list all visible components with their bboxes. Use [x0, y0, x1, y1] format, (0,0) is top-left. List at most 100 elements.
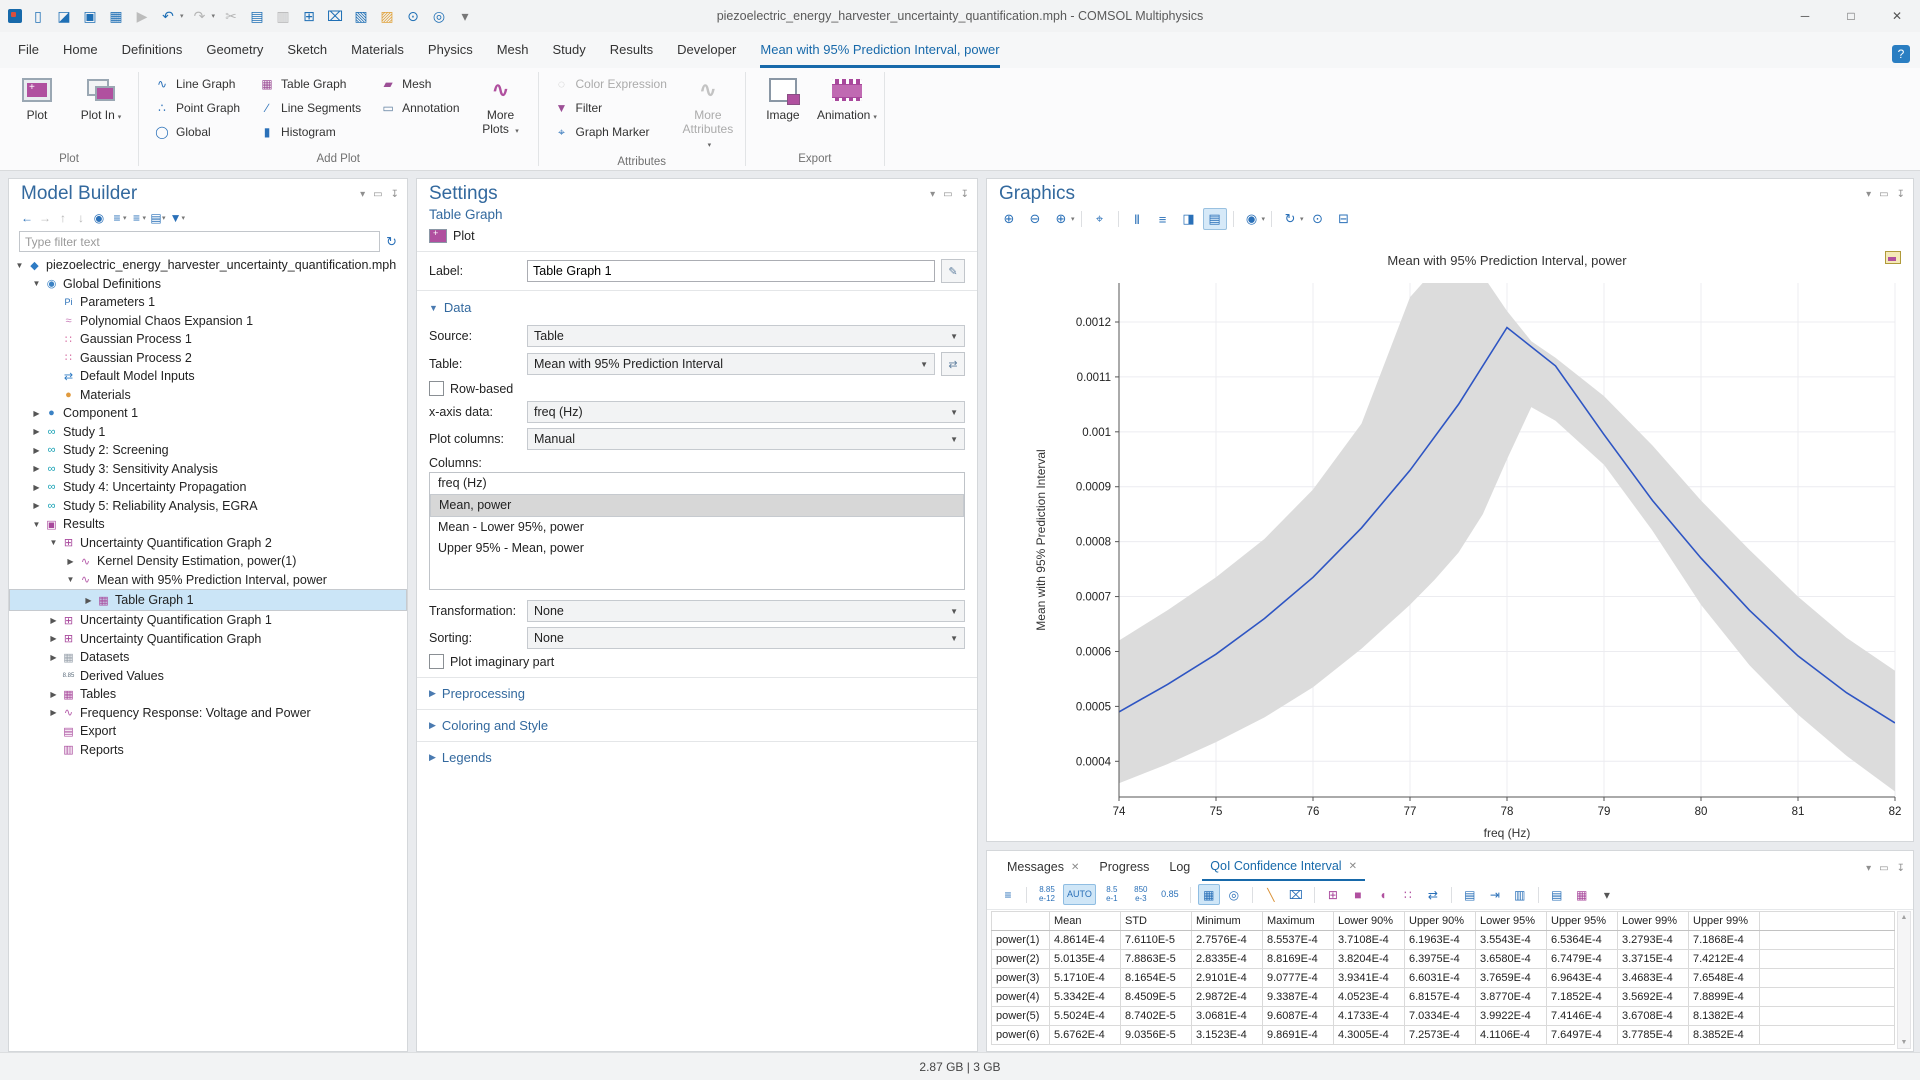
clear-table-icon[interactable]: ╲ [1260, 884, 1282, 905]
tree-item[interactable]: ▶∞Study 2: Screening [9, 441, 407, 460]
forward-icon[interactable]: → [37, 209, 53, 227]
pin-panel-icon[interactable]: ↧ [391, 189, 399, 200]
cell-value[interactable]: 3.9341E-4 [1334, 969, 1405, 988]
pin-panel-icon[interactable]: ↧ [1897, 189, 1905, 200]
source-select[interactable]: Table ▼ [527, 325, 965, 347]
table-row[interactable]: power(6)5.6762E-49.0356E-53.1523E-49.869… [992, 1026, 1895, 1045]
copy-all-icon[interactable]: ▥ [1509, 884, 1531, 905]
precision-full-button[interactable]: 8.85e-12 [1034, 883, 1060, 906]
open-file-icon[interactable]: ◪ [54, 6, 74, 26]
duplicate-icon[interactable]: ⊞ [299, 6, 319, 26]
cell-value[interactable]: 3.3715E-4 [1618, 950, 1689, 969]
column-header[interactable]: Mean [1050, 912, 1121, 931]
tree-item[interactable]: ≈Polynomial Chaos Expansion 1 [9, 312, 407, 331]
row-based-checkbox[interactable] [429, 381, 444, 396]
cell-value[interactable]: 8.1382E-4 [1689, 1007, 1760, 1026]
float-panel-icon[interactable]: ▭ [1879, 189, 1888, 200]
columns-listbox[interactable]: freq (Hz)Mean, powerMean - Lower 95%, po… [429, 472, 965, 590]
tree-item[interactable]: ▶⊞Uncertainty Quantification Graph [9, 630, 407, 649]
cell-value[interactable]: 3.6708E-4 [1618, 1007, 1689, 1026]
move-down-icon[interactable]: ↓ [73, 209, 89, 227]
cell-value[interactable]: 6.6031E-4 [1405, 969, 1476, 988]
tree-item[interactable]: ▶∞Study 3: Sensitivity Analysis [9, 460, 407, 479]
tree-item[interactable]: 8.85Derived Values [9, 667, 407, 686]
cell-value[interactable]: 5.5024E-4 [1050, 1007, 1121, 1026]
plot-in-window-icon[interactable] [1885, 251, 1901, 264]
cell-value[interactable]: 3.9922E-4 [1476, 1007, 1547, 1026]
cell-value[interactable]: 2.9872E-4 [1192, 988, 1263, 1007]
chevron-down-icon[interactable]: ▾ [212, 12, 216, 20]
interpolate-icon[interactable]: ∷ [1397, 884, 1419, 905]
tree-item[interactable]: ▼▣Results [9, 515, 407, 534]
cell-value[interactable]: 7.1868E-4 [1689, 931, 1760, 950]
x-axis-data-select[interactable]: freq (Hz) ▼ [527, 401, 965, 423]
cell-value[interactable]: 7.8899E-4 [1689, 988, 1760, 1007]
cell-value[interactable]: 6.9643E-4 [1547, 969, 1618, 988]
tab-qoi-confidence-interval[interactable]: QoI Confidence Interval✕ [1202, 855, 1365, 881]
cell-value[interactable]: 7.4212E-4 [1689, 950, 1760, 969]
chevron-down-icon[interactable]: ▼ [30, 279, 43, 288]
columns-option[interactable]: Upper 95% - Mean, power [430, 538, 964, 559]
cell-value[interactable]: 3.0681E-4 [1192, 1007, 1263, 1026]
rename-button[interactable]: ✎ [941, 259, 965, 283]
x-grid-icon[interactable]: ≡ [1151, 208, 1175, 230]
menu-item-sketch[interactable]: Sketch [287, 42, 327, 60]
tree-item[interactable]: ▼∿Mean with 95% Prediction Interval, pow… [9, 571, 407, 590]
cell-value[interactable]: 9.3387E-4 [1263, 988, 1334, 1007]
precision-dec-button[interactable]: 0.85 [1157, 884, 1183, 905]
chevron-right-icon[interactable]: ▶ [30, 409, 43, 418]
tree-item[interactable]: ▥Reports [9, 741, 407, 760]
chevron-down-icon[interactable]: ▼ [13, 261, 26, 270]
table-select[interactable]: Mean with 95% Prediction Interval ▼ [527, 353, 935, 375]
transformation-select[interactable]: None ▼ [527, 600, 965, 622]
cell-value[interactable]: 3.7785E-4 [1618, 1026, 1689, 1045]
collapse-panel-icon[interactable]: ▾ [360, 189, 365, 200]
table-row[interactable]: power(2)5.0135E-47.8863E-52.8335E-48.816… [992, 950, 1895, 969]
sphere-view-icon[interactable]: ◎ [1223, 884, 1245, 905]
plot-in-button[interactable]: Plot In▾ [72, 72, 130, 150]
line-graph-button[interactable]: ∿Line Graph [147, 72, 246, 96]
table-row[interactable]: power(1)4.8614E-47.6110E-52.7576E-48.553… [992, 931, 1895, 950]
settings-plot-button[interactable]: Plot [453, 229, 475, 243]
table-view-icon[interactable]: ▦ [1198, 884, 1220, 905]
menu-item-physics[interactable]: Physics [428, 42, 473, 60]
snapshot-icon[interactable]: ⊙ [1306, 208, 1330, 230]
tree-item[interactable]: ▶▦Table Graph 1 [9, 589, 407, 611]
scene-settings-icon[interactable]: ◉ [1240, 208, 1264, 230]
menu-item-developer[interactable]: Developer [677, 42, 736, 60]
tab-progress[interactable]: Progress [1091, 856, 1157, 880]
columns-option[interactable]: Mean - Lower 95%, power [430, 517, 964, 538]
cell-value[interactable]: 7.1852E-4 [1547, 988, 1618, 1007]
go-to-source-button[interactable]: ⇄ [941, 352, 965, 376]
chevron-right-icon[interactable]: ▶ [30, 427, 43, 436]
cell-value[interactable]: 8.1654E-5 [1121, 969, 1192, 988]
table-scrollbar[interactable]: ▲▼ [1897, 911, 1911, 1049]
point-graph-button[interactable]: ∴Point Graph [147, 96, 246, 120]
column-header[interactable]: STD [1121, 912, 1192, 931]
plot-update-icon[interactable]: ↻ [1278, 208, 1302, 230]
chevron-right-icon[interactable]: ▶ [64, 557, 77, 566]
close-icon[interactable]: ✕ [1349, 861, 1357, 872]
chevron-down-icon[interactable]: ▾ [182, 214, 186, 222]
column-header[interactable] [992, 912, 1050, 931]
cell-value[interactable]: 3.8204E-4 [1334, 950, 1405, 969]
line-segments-button[interactable]: ∕Line Segments [252, 96, 367, 120]
help-icon[interactable]: ? [1892, 45, 1910, 63]
chevron-down-icon[interactable]: ▾ [143, 214, 147, 222]
cell-value[interactable]: 4.0523E-4 [1334, 988, 1405, 1007]
table-row[interactable]: power(5)5.5024E-48.7402E-53.0681E-49.608… [992, 1007, 1895, 1026]
tree-item[interactable]: ▶∞Study 1 [9, 423, 407, 442]
contextual-ribbon-tab[interactable]: Mean with 95% Prediction Interval, power [760, 42, 999, 68]
animation-button[interactable]: Animation▾ [818, 72, 876, 150]
cell-value[interactable]: 4.1733E-4 [1334, 1007, 1405, 1026]
cell-value[interactable]: 5.1710E-4 [1050, 969, 1121, 988]
cell-value[interactable]: 5.6762E-4 [1050, 1026, 1121, 1045]
column-header[interactable]: Upper 90% [1405, 912, 1476, 931]
cell-value[interactable]: 9.0777E-4 [1263, 969, 1334, 988]
cell-value[interactable]: 6.7479E-4 [1547, 950, 1618, 969]
tree-item[interactable]: ▶∿Kernel Density Estimation, power(1) [9, 552, 407, 571]
copy-table-icon[interactable]: ▤ [1459, 884, 1481, 905]
run-icon[interactable]: ▶ [132, 6, 152, 26]
cell-value[interactable]: 3.1523E-4 [1192, 1026, 1263, 1045]
cell-value[interactable]: 7.4146E-4 [1547, 1007, 1618, 1026]
